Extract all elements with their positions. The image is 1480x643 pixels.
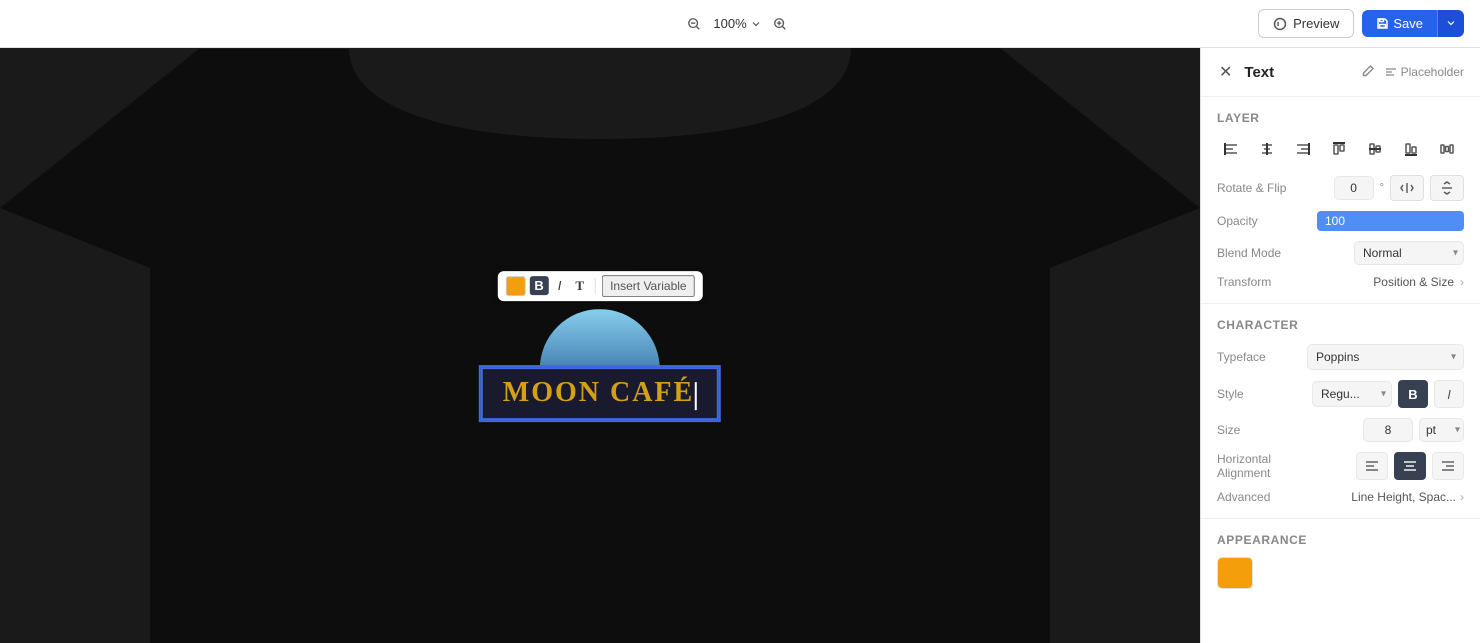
save-group: Save bbox=[1362, 10, 1464, 37]
align-left-button[interactable] bbox=[1217, 137, 1245, 161]
transform-arrow[interactable]: › bbox=[1460, 275, 1464, 289]
typeface-select-wrapper: Poppins Arial Georgia bbox=[1307, 344, 1464, 370]
blend-mode-select[interactable]: Normal Multiply Screen Overlay bbox=[1354, 241, 1464, 265]
size-row: Size pt px em bbox=[1217, 418, 1464, 442]
save-dropdown-button[interactable] bbox=[1437, 10, 1464, 37]
size-input[interactable] bbox=[1363, 418, 1413, 442]
zoom-out-button[interactable] bbox=[683, 13, 705, 35]
moon-graphic bbox=[540, 309, 660, 369]
panel-edit-button[interactable] bbox=[1359, 62, 1377, 83]
transform-label: Transform bbox=[1217, 275, 1307, 289]
rotate-flip-control: ° bbox=[1307, 175, 1464, 201]
rotate-flip-row: Rotate & Flip ° bbox=[1217, 175, 1464, 201]
canvas-area[interactable]: B I T Insert Variable MOON CAFÉ bbox=[0, 48, 1200, 643]
canvas-insert-variable-button[interactable]: Insert Variable bbox=[602, 275, 694, 297]
rotation-input[interactable] bbox=[1334, 176, 1374, 200]
distribute-button[interactable] bbox=[1433, 137, 1461, 161]
opacity-control: 100 bbox=[1317, 211, 1464, 231]
align-bottom-button[interactable] bbox=[1397, 137, 1425, 161]
appearance-color-row bbox=[1217, 557, 1464, 589]
panel-header-left: ✕ Text bbox=[1217, 60, 1274, 84]
moon-cafe-text: MOON CAFÉ bbox=[503, 377, 694, 408]
transform-row: Transform Position & Size › bbox=[1217, 275, 1464, 289]
preview-button[interactable]: Preview bbox=[1258, 9, 1354, 38]
horizontal-alignment-row: HorizontalAlignment bbox=[1217, 452, 1464, 480]
style-label: Style bbox=[1217, 387, 1307, 401]
advanced-value: Line Height, Spac... bbox=[1351, 490, 1456, 504]
size-label: Size bbox=[1217, 423, 1307, 437]
panel-header: ✕ Text Placeholder bbox=[1201, 48, 1480, 97]
advanced-arrow[interactable]: › bbox=[1460, 490, 1464, 504]
halign-left-button[interactable] bbox=[1356, 452, 1388, 480]
rotate-flip-label: Rotate & Flip bbox=[1217, 181, 1307, 195]
blend-mode-control: Normal Multiply Screen Overlay bbox=[1307, 241, 1464, 265]
canvas-toolbar-divider bbox=[595, 278, 596, 294]
canvas-bold-button[interactable]: B bbox=[529, 276, 548, 295]
text-cursor bbox=[695, 382, 697, 410]
appearance-color-swatch[interactable] bbox=[1217, 557, 1253, 589]
character-section: Character Typeface Poppins Arial Georgia… bbox=[1201, 304, 1480, 519]
flip-horizontal-button[interactable] bbox=[1390, 175, 1424, 201]
opacity-label: Opacity bbox=[1217, 214, 1307, 228]
panel-close-button[interactable]: ✕ bbox=[1217, 60, 1234, 84]
layer-section-title: Layer bbox=[1217, 111, 1464, 125]
align-top-button[interactable] bbox=[1325, 137, 1353, 161]
blend-mode-row: Blend Mode Normal Multiply Screen Overla… bbox=[1217, 241, 1464, 265]
halign-center-button[interactable] bbox=[1394, 452, 1426, 480]
italic-button[interactable]: I bbox=[1434, 380, 1464, 408]
canvas-floating-toolbar: B I T Insert Variable bbox=[497, 271, 702, 301]
rotation-unit: ° bbox=[1380, 182, 1384, 194]
align-center-h-button[interactable] bbox=[1253, 137, 1281, 161]
moon-circle bbox=[540, 309, 660, 369]
typeface-row: Typeface Poppins Arial Georgia bbox=[1217, 344, 1464, 370]
transform-control: Position & Size › bbox=[1307, 275, 1464, 289]
topbar-center: 100% bbox=[683, 13, 790, 35]
canvas-color-swatch[interactable] bbox=[505, 276, 525, 296]
halign-right-button[interactable] bbox=[1432, 452, 1464, 480]
zoom-in-button[interactable] bbox=[769, 13, 791, 35]
opacity-bar[interactable]: 100 bbox=[1317, 211, 1464, 231]
transform-value: Position & Size bbox=[1373, 275, 1454, 289]
canvas-text-style-button[interactable]: T bbox=[570, 276, 589, 296]
panel-placeholder-button[interactable]: Placeholder bbox=[1385, 65, 1464, 79]
flip-vertical-button[interactable] bbox=[1430, 175, 1464, 201]
typeface-select[interactable]: Poppins Arial Georgia bbox=[1307, 344, 1464, 370]
typeface-label: Typeface bbox=[1217, 350, 1307, 364]
panel-title: Text bbox=[1244, 64, 1274, 81]
alignment-row bbox=[1217, 137, 1464, 161]
style-row: Style Regu... Bold Italic B I bbox=[1217, 380, 1464, 408]
text-box[interactable]: MOON CAFÉ bbox=[481, 367, 719, 421]
size-unit-wrapper: pt px em bbox=[1419, 418, 1464, 442]
advanced-label: Advanced bbox=[1217, 490, 1307, 504]
align-middle-v-button[interactable] bbox=[1361, 137, 1389, 161]
save-button[interactable]: Save bbox=[1362, 10, 1437, 37]
main-area: B I T Insert Variable MOON CAFÉ bbox=[0, 48, 1480, 643]
blend-mode-label: Blend Mode bbox=[1217, 246, 1307, 260]
layer-section: Layer bbox=[1201, 97, 1480, 304]
style-select[interactable]: Regu... Bold Italic bbox=[1312, 381, 1392, 407]
zoom-value[interactable]: 100% bbox=[713, 16, 760, 31]
appearance-section-title: Appearance bbox=[1217, 533, 1464, 547]
advanced-row: Advanced Line Height, Spac... › bbox=[1217, 490, 1464, 504]
character-section-title: Character bbox=[1217, 318, 1464, 332]
right-panel: ✕ Text Placeholder Layer bbox=[1200, 48, 1480, 643]
size-unit-select[interactable]: pt px em bbox=[1419, 418, 1464, 442]
panel-header-right: Placeholder bbox=[1359, 62, 1464, 83]
topbar: 100% Preview bbox=[0, 0, 1480, 48]
halign-buttons bbox=[1356, 452, 1464, 480]
style-select-wrapper: Regu... Bold Italic bbox=[1312, 381, 1392, 407]
topbar-actions: Preview Save bbox=[1258, 9, 1464, 38]
align-right-button[interactable] bbox=[1289, 137, 1317, 161]
appearance-section: Appearance bbox=[1201, 519, 1480, 597]
blend-mode-select-wrapper: Normal Multiply Screen Overlay bbox=[1354, 241, 1464, 265]
horizontal-alignment-label: HorizontalAlignment bbox=[1217, 452, 1307, 480]
opacity-row: Opacity 100 bbox=[1217, 211, 1464, 231]
canvas-italic-button[interactable]: I bbox=[553, 276, 567, 295]
bold-button[interactable]: B bbox=[1398, 380, 1428, 408]
canvas-text-element[interactable]: B I T Insert Variable MOON CAFÉ bbox=[481, 271, 719, 421]
